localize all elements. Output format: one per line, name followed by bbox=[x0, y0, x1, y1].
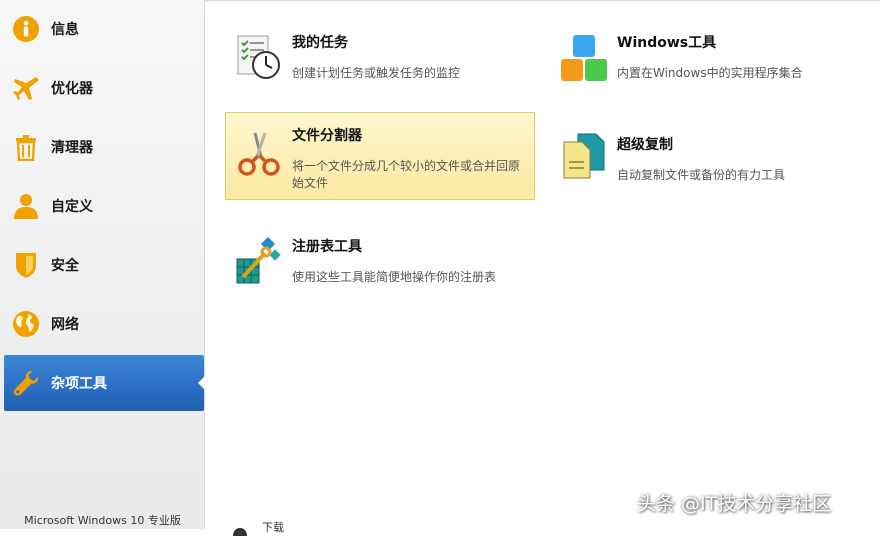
os-version-label: Microsoft Windows 10 专业版 bbox=[24, 514, 181, 527]
sidebar-item-customize[interactable]: 自定义 bbox=[4, 178, 204, 234]
user-icon bbox=[12, 192, 40, 220]
sidebar-item-label: 杂项工具 bbox=[51, 376, 107, 392]
info-icon bbox=[12, 15, 40, 43]
tool-title: 我的任务 bbox=[292, 35, 348, 51]
wrench-icon bbox=[12, 369, 40, 397]
tool-file-splitter[interactable]: 文件分割器 将一个文件分成几个较小的文件或合并回原始文件 bbox=[225, 112, 535, 200]
sidebar-item-optimizer[interactable]: 优化器 bbox=[4, 60, 204, 116]
sidebar-item-label: 网络 bbox=[51, 317, 79, 333]
copy-documents-icon bbox=[560, 132, 608, 180]
tool-windows-tools[interactable]: Windows工具 内置在Windows中的实用程序集合 bbox=[550, 26, 870, 90]
tool-title: Windows工具 bbox=[617, 35, 717, 51]
tool-description: 内置在Windows中的实用程序集合 bbox=[617, 66, 803, 80]
tool-my-tasks[interactable]: 我的任务 创建计划任务或触发任务的监控 bbox=[225, 26, 535, 90]
sidebar-item-network[interactable]: 网络 bbox=[4, 296, 204, 352]
airplane-icon bbox=[12, 74, 40, 102]
windows-tiles-icon bbox=[560, 33, 608, 81]
watermark: 头条 @IT技术分享社区 bbox=[637, 493, 832, 515]
sidebar-item-label: 优化器 bbox=[51, 81, 93, 97]
sidebar-item-label: 清理器 bbox=[51, 140, 93, 156]
tool-description: 创建计划任务或触发任务的监控 bbox=[292, 66, 461, 80]
sidebar: 信息 优化器 清理器 自定义 安全 网络 杂项工具 Microsoft Wind… bbox=[0, 0, 205, 529]
sidebar-item-label: 安全 bbox=[51, 258, 79, 274]
tool-title: 文件分割器 bbox=[292, 128, 362, 144]
registry-cubes-icon bbox=[235, 236, 283, 285]
trash-icon bbox=[12, 133, 40, 161]
tool-description: 自动复制文件或备份的有力工具 bbox=[617, 168, 786, 182]
sidebar-item-label: 信息 bbox=[51, 22, 79, 38]
tool-title: 注册表工具 bbox=[292, 239, 362, 255]
sidebar-item-info[interactable]: 信息 bbox=[4, 1, 204, 57]
tool-title: 超级复制 bbox=[617, 137, 673, 153]
sidebar-item-security[interactable]: 安全 bbox=[4, 237, 204, 293]
sidebar-item-cleaner[interactable]: 清理器 bbox=[4, 119, 204, 175]
sidebar-item-label: 自定义 bbox=[51, 199, 93, 215]
top-divider bbox=[205, 0, 880, 1]
partial-tool-title[interactable]: 下载 bbox=[262, 519, 284, 535]
download-icon bbox=[233, 521, 247, 536]
scissors-icon bbox=[235, 129, 283, 177]
globe-icon bbox=[12, 310, 40, 338]
task-clock-icon bbox=[235, 33, 283, 81]
tool-super-copy[interactable]: 超级复制 自动复制文件或备份的有力工具 bbox=[550, 125, 870, 189]
sidebar-item-misc-tools[interactable]: 杂项工具 bbox=[4, 355, 205, 411]
shield-icon bbox=[12, 251, 40, 279]
tool-description: 将一个文件分成几个较小的文件或合并回原始文件 bbox=[292, 159, 521, 190]
tool-description: 使用这些工具能简便地操作你的注册表 bbox=[292, 270, 497, 284]
tool-registry-tools[interactable]: 注册表工具 使用这些工具能简便地操作你的注册表 bbox=[225, 230, 535, 294]
